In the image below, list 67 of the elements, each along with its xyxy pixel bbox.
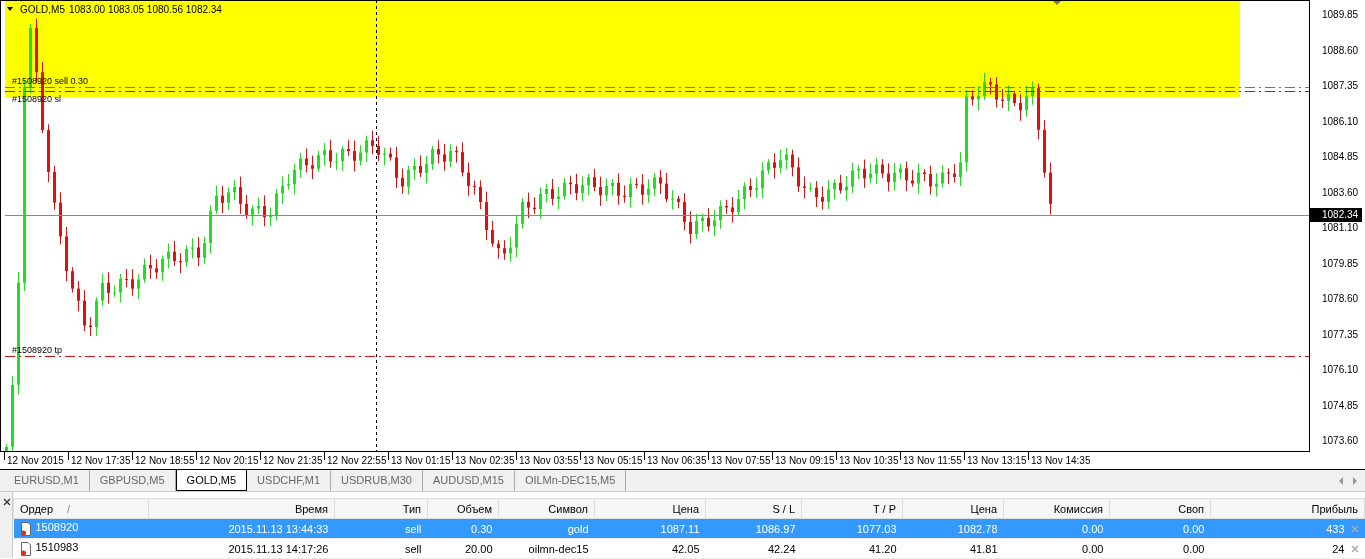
table-cell: 1082.78 xyxy=(957,522,998,535)
chart-tab[interactable]: USDRUB,M30 xyxy=(331,470,423,491)
scroll-right-icon[interactable] xyxy=(1351,475,1359,486)
table-cell: 0.00 xyxy=(1183,522,1205,535)
table-cell: 1077.03 xyxy=(856,522,897,535)
column-header[interactable]: Своп xyxy=(1178,502,1204,515)
table-cell: 20.00 xyxy=(464,542,493,555)
price-label: 1088.60 xyxy=(1321,44,1360,57)
chart-tab[interactable]: GBPUSD,M5 xyxy=(89,470,176,491)
column-header[interactable]: Цена xyxy=(672,502,699,515)
column-header[interactable]: Ордер xyxy=(20,502,54,515)
table-cell: 2015.11.13 14:17:26 xyxy=(228,542,329,555)
order-icon xyxy=(19,521,32,536)
table-cell: 433 xyxy=(1326,522,1345,535)
table-cell: 0.00 xyxy=(1183,542,1205,555)
table-cell: 2015.11.13 13:44:33 xyxy=(228,522,329,535)
column-header[interactable]: Тип xyxy=(402,502,421,515)
table-cell: 1508920 xyxy=(35,521,79,534)
price-label: 1077.35 xyxy=(1321,328,1360,341)
chart-tab[interactable]: USDCHF,M1 xyxy=(247,470,332,491)
close-order-icon[interactable] xyxy=(1350,524,1359,533)
order-row[interactable]: 1510983 2015.11.13 14:17:26 sell 20.00 oilmn-dec15 42.05 42.24 41.20 41.81 0.00 0.00 24 xyxy=(13,538,1365,559)
close-icon[interactable] xyxy=(3,498,11,506)
price-label: 1073.60 xyxy=(1321,435,1360,447)
chart-title: GOLD,M5 xyxy=(20,4,65,15)
chart-tab[interactable]: EURUSD,M1 xyxy=(4,470,90,491)
table-cell: 42.05 xyxy=(671,542,700,555)
price-label: 1086.10 xyxy=(1321,115,1360,128)
table-cell: 41.20 xyxy=(868,542,897,555)
table-cell: 41.81 xyxy=(969,542,998,555)
close-order-icon[interactable] xyxy=(1350,544,1359,553)
ohlc-values: 1083.00 1083.05 1080.56 1082.34 xyxy=(69,4,222,15)
column-header[interactable]: Прибыль xyxy=(1311,502,1358,515)
price-label: 1089.85 xyxy=(1321,9,1360,21)
price-label: 1076.10 xyxy=(1321,364,1360,376)
scroll-left-icon[interactable] xyxy=(1337,475,1345,486)
sort-indicator: / xyxy=(67,502,71,515)
table-cell: 24 xyxy=(1332,542,1345,555)
order-icon xyxy=(19,541,32,556)
price-label: 1078.60 xyxy=(1321,293,1360,305)
table-cell: 1087.11 xyxy=(660,522,700,535)
table-cell: oilmn-dec15 xyxy=(528,542,589,555)
column-header[interactable]: T / P xyxy=(872,502,896,515)
price-label: 1087.35 xyxy=(1321,80,1360,92)
price-label: 1083.60 xyxy=(1321,186,1360,199)
table-cell: 1510983 xyxy=(35,541,79,554)
column-header[interactable]: Время xyxy=(294,502,328,515)
chart-tab[interactable]: AUDUSD,M15 xyxy=(422,470,515,491)
price-label: 1084.85 xyxy=(1321,151,1360,163)
chart-tab[interactable]: GOLD,M5 xyxy=(175,470,248,491)
column-header[interactable]: Цена xyxy=(970,502,997,515)
table-cell: 42.24 xyxy=(767,542,796,555)
dropdown-icon xyxy=(7,7,13,11)
table-cell: sell xyxy=(405,522,422,535)
table-cell: 1086.97 xyxy=(755,522,796,535)
table-cell: 0.30 xyxy=(471,522,493,535)
price-label: 1079.85 xyxy=(1321,257,1360,270)
price-label: 1074.85 xyxy=(1321,399,1360,412)
table-cell: gold xyxy=(567,522,589,535)
column-header[interactable]: S / L xyxy=(772,502,795,515)
chart-tab[interactable]: OILMn-DEC15,M5 xyxy=(514,470,627,491)
table-cell: 0.00 xyxy=(1082,542,1104,555)
shift-marker-icon xyxy=(1052,0,1062,5)
table-cell: 0.00 xyxy=(1082,522,1104,535)
price-label: 1081.10 xyxy=(1321,222,1360,234)
current-price-label: 1082.34 xyxy=(1310,208,1363,222)
table-cell: sell xyxy=(405,542,422,555)
